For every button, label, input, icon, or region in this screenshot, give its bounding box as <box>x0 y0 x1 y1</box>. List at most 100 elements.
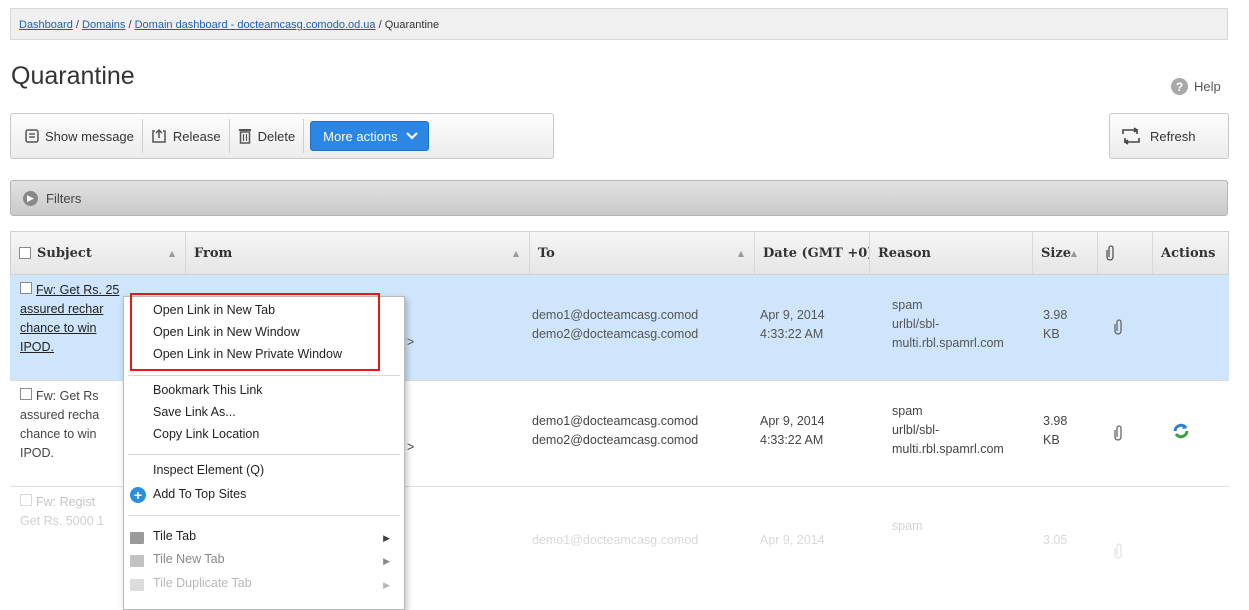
row-date: Apr 9, 2014 <box>760 531 825 550</box>
row-date: Apr 9, 2014 4:33:22 AM <box>760 412 825 450</box>
subject-line[interactable]: Fw: Regist <box>36 495 95 509</box>
col-from-label: From <box>194 245 233 261</box>
menu-tile-new-tab[interactable]: Tile New Tab <box>153 552 225 566</box>
row-from: > <box>407 440 415 454</box>
sort-icon: ▲ <box>1070 248 1077 258</box>
reason-line: spam <box>892 404 923 418</box>
menu-tile-duplicate-tab[interactable]: Tile Duplicate Tab <box>153 576 252 590</box>
col-size[interactable]: Size ▲ <box>1033 232 1098 274</box>
col-date-label: Date (GMT +0) <box>763 245 870 261</box>
subject-line[interactable]: Fw: Get Rs. 25 <box>36 283 119 297</box>
row-checkbox[interactable] <box>20 388 32 400</box>
more-actions-button[interactable]: More actions <box>310 121 429 151</box>
menu-copy-link-location[interactable]: Copy Link Location <box>153 427 259 441</box>
row-checkbox[interactable] <box>20 494 32 506</box>
menu-separator <box>128 375 400 376</box>
release-label: Release <box>172 128 221 144</box>
menu-separator <box>128 515 400 516</box>
release-button[interactable]: Release <box>143 119 230 153</box>
sort-icon: ▲ <box>168 248 175 258</box>
chevron-right-icon: ▶ <box>23 190 38 206</box>
col-reason-label: Reason <box>878 245 931 261</box>
page-title: Quarantine <box>11 62 135 90</box>
col-reason[interactable]: Reason <box>870 232 1033 274</box>
row-to: demo1@docteamcasg.comod demo2@docteamcas… <box>532 412 698 450</box>
reason-line: urlbl/sbl- <box>892 317 940 331</box>
tile-tab-icon <box>130 532 144 544</box>
to-address: demo2@docteamcasg.comod <box>532 433 699 447</box>
row-to: demo1@docteamcasg.comod demo2@docteamcas… <box>532 306 698 344</box>
size-value: 3.98 <box>1043 414 1068 428</box>
col-from[interactable]: From ▲ <box>186 232 530 274</box>
delete-button[interactable]: Delete <box>230 119 305 153</box>
date-line: 4:33:22 AM <box>760 327 824 341</box>
breadcrumb-domain-dashboard[interactable]: Domain dashboard - docteamcasg.comodo.od… <box>135 19 376 31</box>
help-link[interactable]: ? Help <box>1171 78 1221 95</box>
col-size-label: Size <box>1041 245 1071 261</box>
filters-panel[interactable]: ▶ Filters <box>10 180 1228 216</box>
to-address: demo1@docteamcasg.comod <box>532 308 699 322</box>
table-header: Subject ▲ From ▲ To ▲ Date (GMT +0) Reas… <box>10 231 1229 275</box>
menu-add-top-sites[interactable]: Add To Top Sites <box>153 487 246 501</box>
highlight-box <box>130 293 380 371</box>
col-date[interactable]: Date (GMT +0) <box>755 232 870 274</box>
refresh-icon <box>1122 127 1140 145</box>
row-reason: spam <box>892 517 923 536</box>
paperclip-icon <box>1106 245 1114 261</box>
breadcrumb-dashboard[interactable]: Dashboard <box>19 19 73 31</box>
size-unit: KB <box>1043 433 1060 447</box>
reason-line: spam <box>892 298 923 312</box>
size-value: 3.05 <box>1043 533 1068 547</box>
col-attachment[interactable] <box>1098 232 1153 274</box>
select-all-checkbox[interactable] <box>19 247 31 259</box>
paperclip-icon <box>1114 425 1122 441</box>
subject-line[interactable]: Fw: Get Rs <box>36 389 99 403</box>
col-actions-label: Actions <box>1161 245 1216 261</box>
show-message-button[interactable]: Show message <box>17 119 143 153</box>
chevron-down-icon <box>405 132 418 140</box>
tile-duplicate-tab-icon <box>130 579 144 591</box>
menu-save-link[interactable]: Save Link As... <box>153 405 236 419</box>
menu-inspect-element[interactable]: Inspect Element (Q) <box>153 463 264 477</box>
filters-label: Filters <box>46 190 82 206</box>
show-message-icon <box>25 129 39 143</box>
row-checkbox[interactable] <box>20 282 32 294</box>
refresh-button[interactable]: Refresh <box>1109 113 1229 159</box>
col-to[interactable]: To ▲ <box>530 232 755 274</box>
submenu-arrow-icon: ▶ <box>383 580 390 590</box>
submenu-arrow-icon: ▶ <box>383 556 390 566</box>
row-date: Apr 9, 2014 4:33:22 AM <box>760 306 825 344</box>
reason-line: urlbl/sbl- <box>892 423 940 437</box>
to-address: demo1@docteamcasg.comod <box>532 533 699 547</box>
delete-label: Delete <box>257 128 296 144</box>
paperclip-icon <box>1114 543 1122 559</box>
trash-icon <box>238 129 251 144</box>
sort-icon: ▲ <box>737 248 744 258</box>
release-action-icon[interactable] <box>1172 422 1190 440</box>
sort-icon: ▲ <box>512 248 519 258</box>
menu-separator <box>128 454 400 455</box>
menu-tile-tab[interactable]: Tile Tab <box>153 529 196 543</box>
reason-line: multi.rbl.spamrl.com <box>892 336 1004 350</box>
row-size: 3.98 KB <box>1043 412 1067 450</box>
show-message-label: Show message <box>45 128 134 144</box>
date-line: Apr 9, 2014 <box>760 308 825 322</box>
help-icon: ? <box>1171 78 1188 95</box>
row-size: 3.98 KB <box>1043 306 1067 344</box>
row-from: > <box>407 335 415 349</box>
menu-bookmark-link[interactable]: Bookmark This Link <box>153 383 263 397</box>
row-size: 3.05 <box>1043 531 1067 550</box>
paperclip-icon <box>1114 319 1122 335</box>
col-to-label: To <box>538 245 555 261</box>
breadcrumb-domains[interactable]: Domains <box>82 19 125 31</box>
to-address: demo2@docteamcasg.comod <box>532 327 699 341</box>
col-subject[interactable]: Subject ▲ <box>11 232 186 274</box>
to-address: demo1@docteamcasg.comod <box>532 414 699 428</box>
col-actions: Actions <box>1153 232 1229 274</box>
help-label: Help <box>1194 79 1221 94</box>
submenu-arrow-icon: ▶ <box>383 533 390 543</box>
refresh-label: Refresh <box>1150 128 1196 144</box>
row-reason: spam urlbl/sbl- multi.rbl.spamrl.com <box>892 402 1004 459</box>
date-line: Apr 9, 2014 <box>760 414 825 428</box>
size-unit: KB <box>1043 327 1060 341</box>
